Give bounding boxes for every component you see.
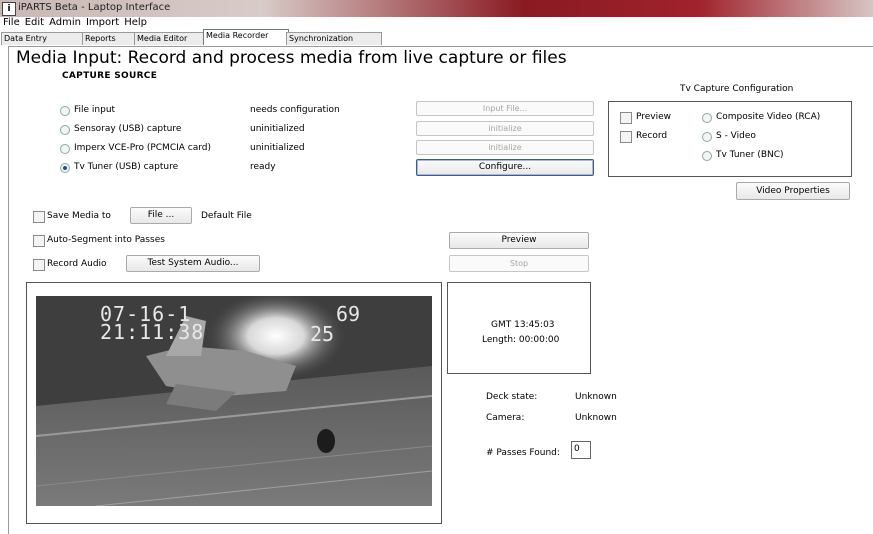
initialize-sensoray-button[interactable]: initialize [416, 121, 594, 136]
preview-checkbox[interactable] [620, 112, 632, 124]
title-bar: i iPARTS Beta - Laptop Interface [0, 0, 873, 17]
menu-file[interactable]: File [3, 17, 20, 28]
radio-tv-tuner[interactable] [60, 163, 70, 173]
record-checkbox[interactable] [620, 131, 632, 143]
tab-reports[interactable]: Reports [82, 32, 138, 45]
test-system-audio-button[interactable]: Test System Audio... [126, 255, 260, 272]
overlay-value-2: 25 [310, 322, 335, 346]
page-title: Media Input: Record and process media fr… [16, 48, 567, 68]
composite-video-label: Composite Video (RCA) [716, 112, 821, 122]
save-media-label: Save Media to [47, 211, 111, 221]
menu-admin[interactable]: Admin [49, 17, 81, 28]
video-properties-button[interactable]: Video Properties [736, 182, 850, 200]
window-title: iPARTS Beta - Laptop Interface [18, 2, 171, 13]
tab-data-entry[interactable]: Data Entry [1, 32, 85, 45]
tab-media-editor[interactable]: Media Editor [134, 32, 206, 45]
video-scene [36, 296, 432, 506]
capture-source-title: CAPTURE SOURCE [62, 71, 158, 81]
source-status-tv-tuner: ready [250, 162, 276, 172]
source-label-sensoray: Sensoray (USB) capture [74, 124, 182, 134]
initialize-imperx-button[interactable]: initialize [416, 140, 594, 155]
passes-found-label: # Passes Found: [486, 448, 560, 458]
radio-file-input[interactable] [60, 106, 70, 116]
tv-tuner-bnc-label: Tv Tuner (BNC) [716, 150, 784, 160]
stop-button[interactable]: Stop [449, 255, 589, 272]
radio-composite-video[interactable] [702, 113, 712, 123]
camera-value: Unknown [575, 413, 617, 423]
camera-label: Camera: [486, 413, 525, 423]
tab-media-recorder[interactable]: Media Recorder [203, 29, 289, 45]
record-checkbox-label: Record [636, 131, 668, 141]
tab-synchronization[interactable]: Synchronization [286, 32, 382, 45]
overlay-time: 21:11:38 [100, 320, 205, 344]
deck-state-value: Unknown [575, 392, 617, 402]
s-video-label: S - Video [716, 131, 756, 141]
deck-state-label: Deck state: [486, 392, 538, 402]
tv-config-title: Tv Capture Configuration [680, 84, 794, 94]
radio-sensoray[interactable] [60, 125, 70, 135]
source-label-file-input: File input [74, 105, 116, 115]
record-audio-checkbox[interactable] [33, 259, 45, 271]
overlay-value-1: 69 [336, 302, 361, 326]
source-status-file-input: needs configuration [250, 105, 340, 115]
menu-help[interactable]: Help [124, 17, 147, 28]
radio-tv-tuner-bnc[interactable] [702, 151, 712, 161]
video-preview: 07-16-1 69 21:11:38 25 [36, 296, 432, 506]
gmt-time: GMT 13:45:03 [491, 320, 555, 330]
input-file-button[interactable]: Input File... [416, 101, 594, 116]
record-audio-label: Record Audio [47, 259, 107, 269]
passes-found-field: 0 [571, 441, 591, 459]
source-label-tv-tuner: Tv Tuner (USB) capture [74, 162, 179, 172]
menu-import[interactable]: Import [86, 17, 119, 28]
auto-segment-label: Auto-Segment into Passes [47, 235, 165, 245]
radio-imperx[interactable] [60, 144, 70, 154]
radio-s-video[interactable] [702, 132, 712, 142]
auto-segment-checkbox[interactable] [33, 235, 45, 247]
default-file-label: Default File [201, 211, 252, 221]
source-status-sensoray: uninitialized [250, 124, 305, 134]
preview-button[interactable]: Preview [449, 232, 589, 249]
menu-bar: File Edit Admin Import Help [0, 17, 873, 31]
recording-length: Length: 00:00:00 [482, 335, 560, 345]
source-status-imperx: uninitialized [250, 143, 305, 153]
file-button[interactable]: File ... [130, 207, 192, 224]
menu-edit[interactable]: Edit [25, 17, 44, 28]
source-label-imperx: Imperx VCE-Pro (PCMCIA card) [74, 143, 212, 153]
app-icon: i [2, 2, 16, 16]
preview-checkbox-label: Preview [636, 112, 672, 122]
save-media-checkbox[interactable] [33, 211, 45, 223]
configure-button[interactable]: Configure... [416, 159, 594, 176]
